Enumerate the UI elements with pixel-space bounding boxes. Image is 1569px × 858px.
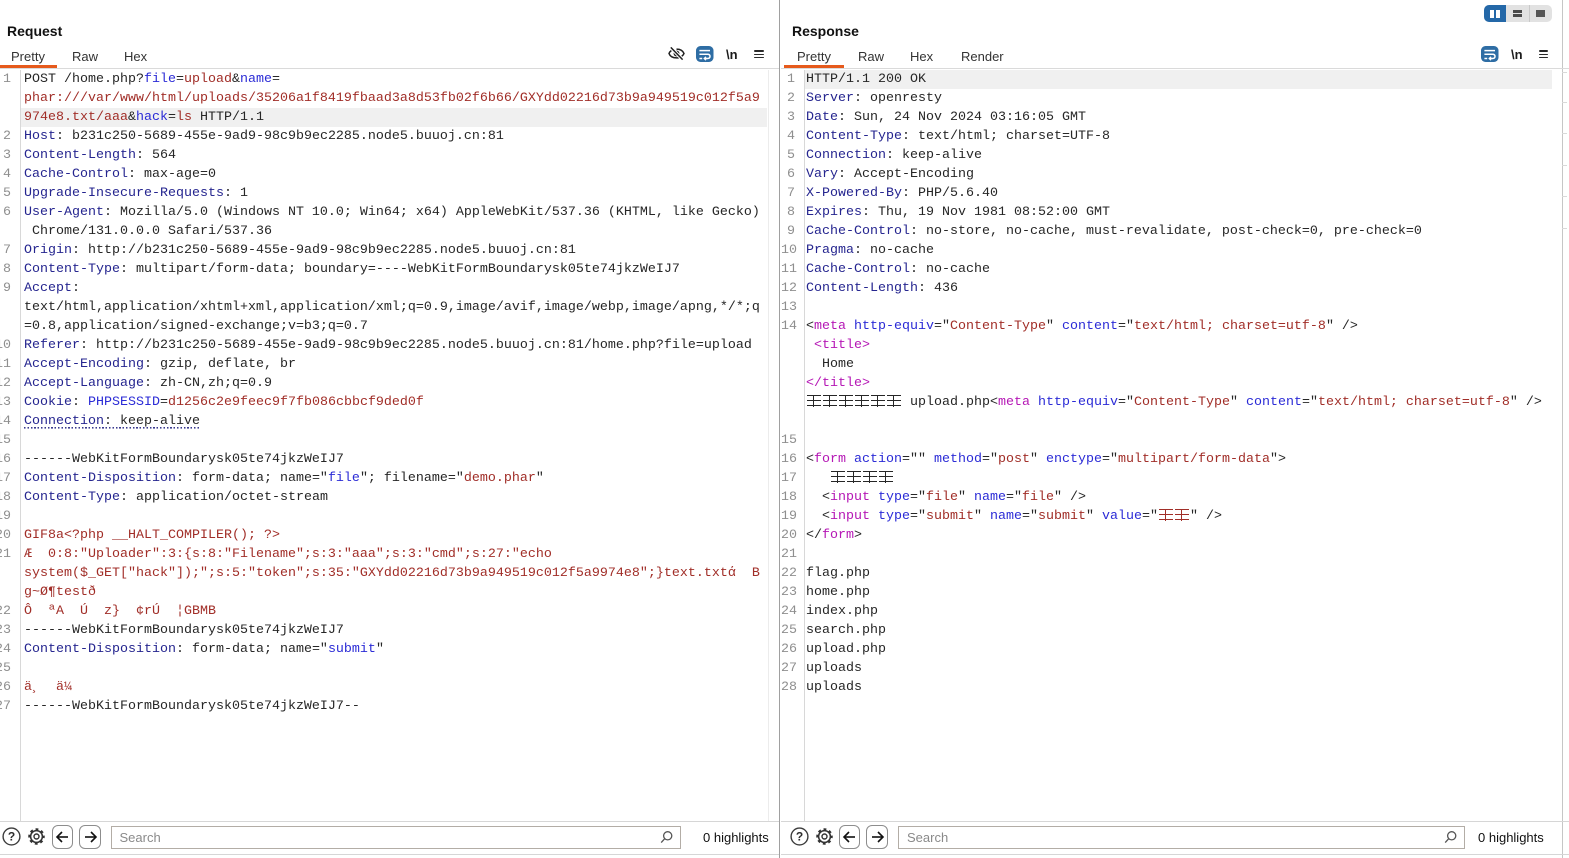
svg-text:?: ? xyxy=(796,830,803,844)
svg-text:?: ? xyxy=(8,830,15,844)
